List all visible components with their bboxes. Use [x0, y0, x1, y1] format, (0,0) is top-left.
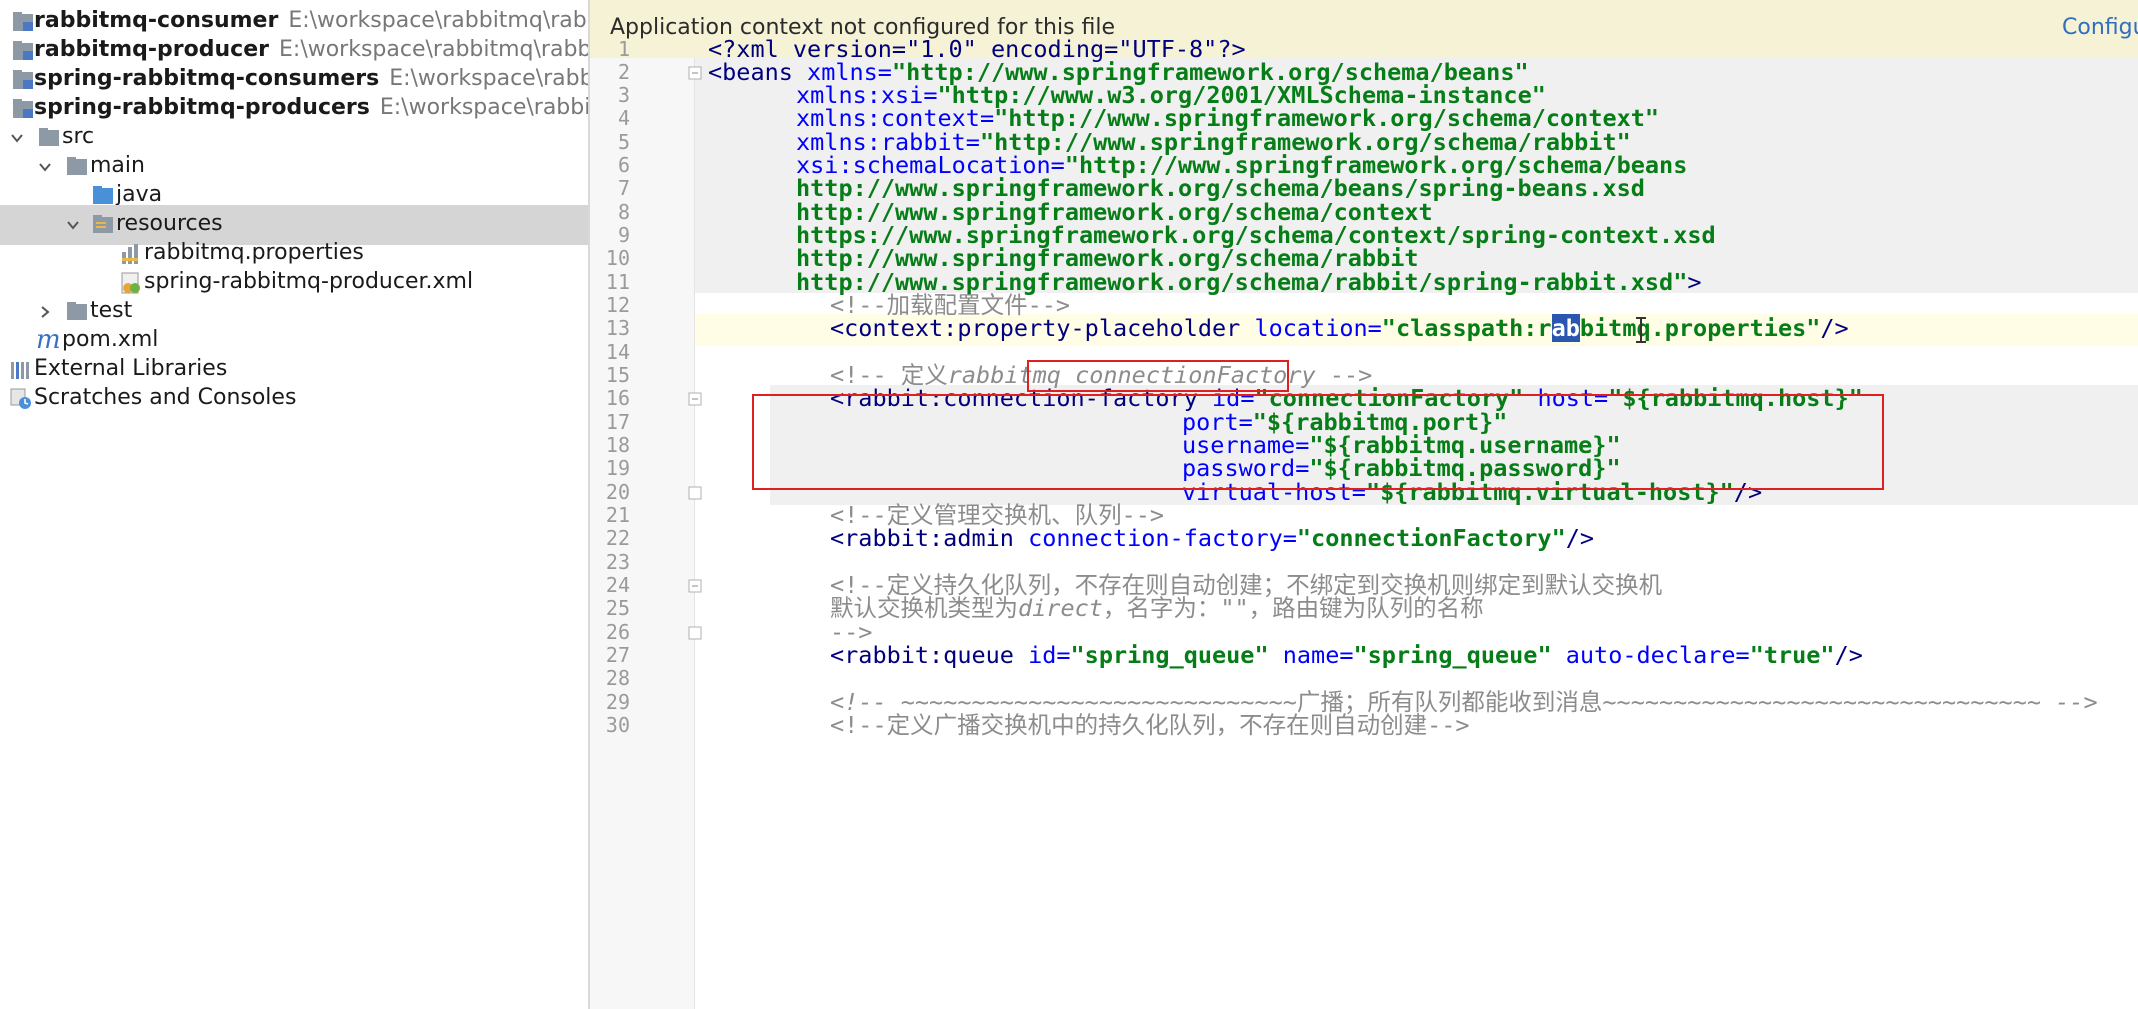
code-value: "spring_queue": [1353, 641, 1552, 669]
chevron-right-icon[interactable]: [38, 305, 52, 319]
code-tag-close: />: [1834, 641, 1863, 669]
annotation-box-connection-factory: [1027, 360, 1289, 392]
code-line-27: <rabbit:queue id="spring_queue" name="sp…: [830, 639, 1863, 671]
chevron-down-icon[interactable]: [10, 131, 24, 145]
tree-item-scratches-and-consoles[interactable]: Scratches and Consoles: [0, 379, 588, 419]
fold-end-icon[interactable]: [688, 625, 702, 640]
code-line-30: <!--定义广播交换机中的持久化队列，不存在则自动创建-->: [830, 709, 1470, 741]
configure-link[interactable]: Configu: [2062, 15, 2138, 40]
code-value: "classpath:r: [1381, 314, 1552, 342]
tree-item-label: rabbitmq-producer: [34, 37, 269, 62]
fold-marker-icon[interactable]: [688, 578, 702, 593]
fold-marker-icon[interactable]: [688, 65, 702, 80]
tree-item-label: resources: [116, 211, 223, 236]
tree-item-label: spring-rabbitmq-producers: [34, 95, 370, 120]
code-tag: <beans: [708, 58, 808, 86]
code-editor[interactable]: Application context not configured for t…: [590, 0, 2138, 1009]
tree-item-path: E:\workspace\rabbitmq\rab: [288, 8, 587, 33]
code-tag-close: >: [1687, 268, 1702, 296]
text-cursor-icon: [1634, 314, 1648, 346]
annotation-box-property-placeholder: [752, 394, 1884, 490]
code-line-25: 默认交换机类型为direct，名字为：""，路由键为队列的名称: [830, 592, 1484, 624]
code-tag: <rabbit:admin: [830, 524, 1029, 552]
code-eq: =: [1056, 641, 1071, 669]
code-tag: <rabbit:queue: [830, 641, 1029, 669]
chevron-down-icon[interactable]: [38, 160, 52, 174]
tree-item-label: rabbitmq-consumer: [34, 8, 279, 33]
tree-item-label: test: [90, 298, 133, 323]
code-attr: location: [1254, 314, 1368, 342]
code-attr: name: [1282, 641, 1340, 669]
code-tag-close: />: [1820, 314, 1849, 342]
fold-end-icon[interactable]: [688, 485, 702, 500]
code-attr: id: [1028, 641, 1057, 669]
code-eq: =: [1339, 641, 1354, 669]
code-attr: auto-declare: [1565, 641, 1736, 669]
code-attr: connection-factory: [1028, 524, 1283, 552]
code-comment: ~~~~~~~~~~~~~~~~~~~~~~~~~~~~~~~ -->: [1602, 688, 2098, 716]
tree-item-label: rabbitmq.properties: [144, 240, 364, 265]
tree-item-label: src: [62, 124, 95, 149]
tree-item-label: pom.xml: [62, 327, 159, 352]
tree-item-label: spring-rabbitmq-consumers: [34, 66, 380, 91]
code-value: bitmq.properties": [1579, 314, 1821, 342]
code-value: "connectionFactory": [1296, 524, 1566, 552]
tree-item-label: java: [116, 182, 163, 207]
code-eq: =: [1282, 524, 1297, 552]
code-line-13: <context:property-placeholder location="…: [830, 312, 1849, 344]
code-comment: direct: [1018, 594, 1103, 622]
code-line-22: <rabbit:admin connection-factory="connec…: [830, 522, 1594, 554]
project-tree-panel: rabbitmq-consumer E:\workspace\rabbitmq\r…: [0, 0, 590, 1009]
tree-item-label: main: [90, 153, 145, 178]
tree-item-label: spring-rabbitmq-producer.xml: [144, 269, 474, 294]
code-tag: <context:property-placeholder: [830, 314, 1255, 342]
tree-item-label: Scratches and Consoles: [34, 385, 297, 410]
tree-item-path: E:\workspace\rabbitmq\rabb: [279, 37, 590, 62]
code-value: "spring_queue": [1070, 641, 1269, 669]
tree-item-label: External Libraries: [34, 356, 228, 381]
selected-text: ab: [1551, 314, 1580, 342]
tree-item-path: E:\workspace\rabb: [389, 66, 590, 91]
code-value: "true": [1749, 641, 1835, 669]
chevron-down-icon[interactable]: [66, 218, 80, 232]
code-comment: <!--定义广播交换机中的持久化队列，不存在则自动创建-->: [830, 711, 1470, 739]
code-tag-close: />: [1565, 524, 1595, 552]
code-comment: ，名字为：""，路由键为队列的名称: [1102, 594, 1484, 622]
fold-marker-icon[interactable]: [688, 391, 702, 406]
code-eq: =: [1367, 314, 1382, 342]
tree-item-path: E:\workspace\rabbit: [379, 95, 590, 120]
code-eq: =: [1735, 641, 1750, 669]
scratches-icon: [10, 388, 32, 416]
line-number: 30: [605, 713, 630, 737]
